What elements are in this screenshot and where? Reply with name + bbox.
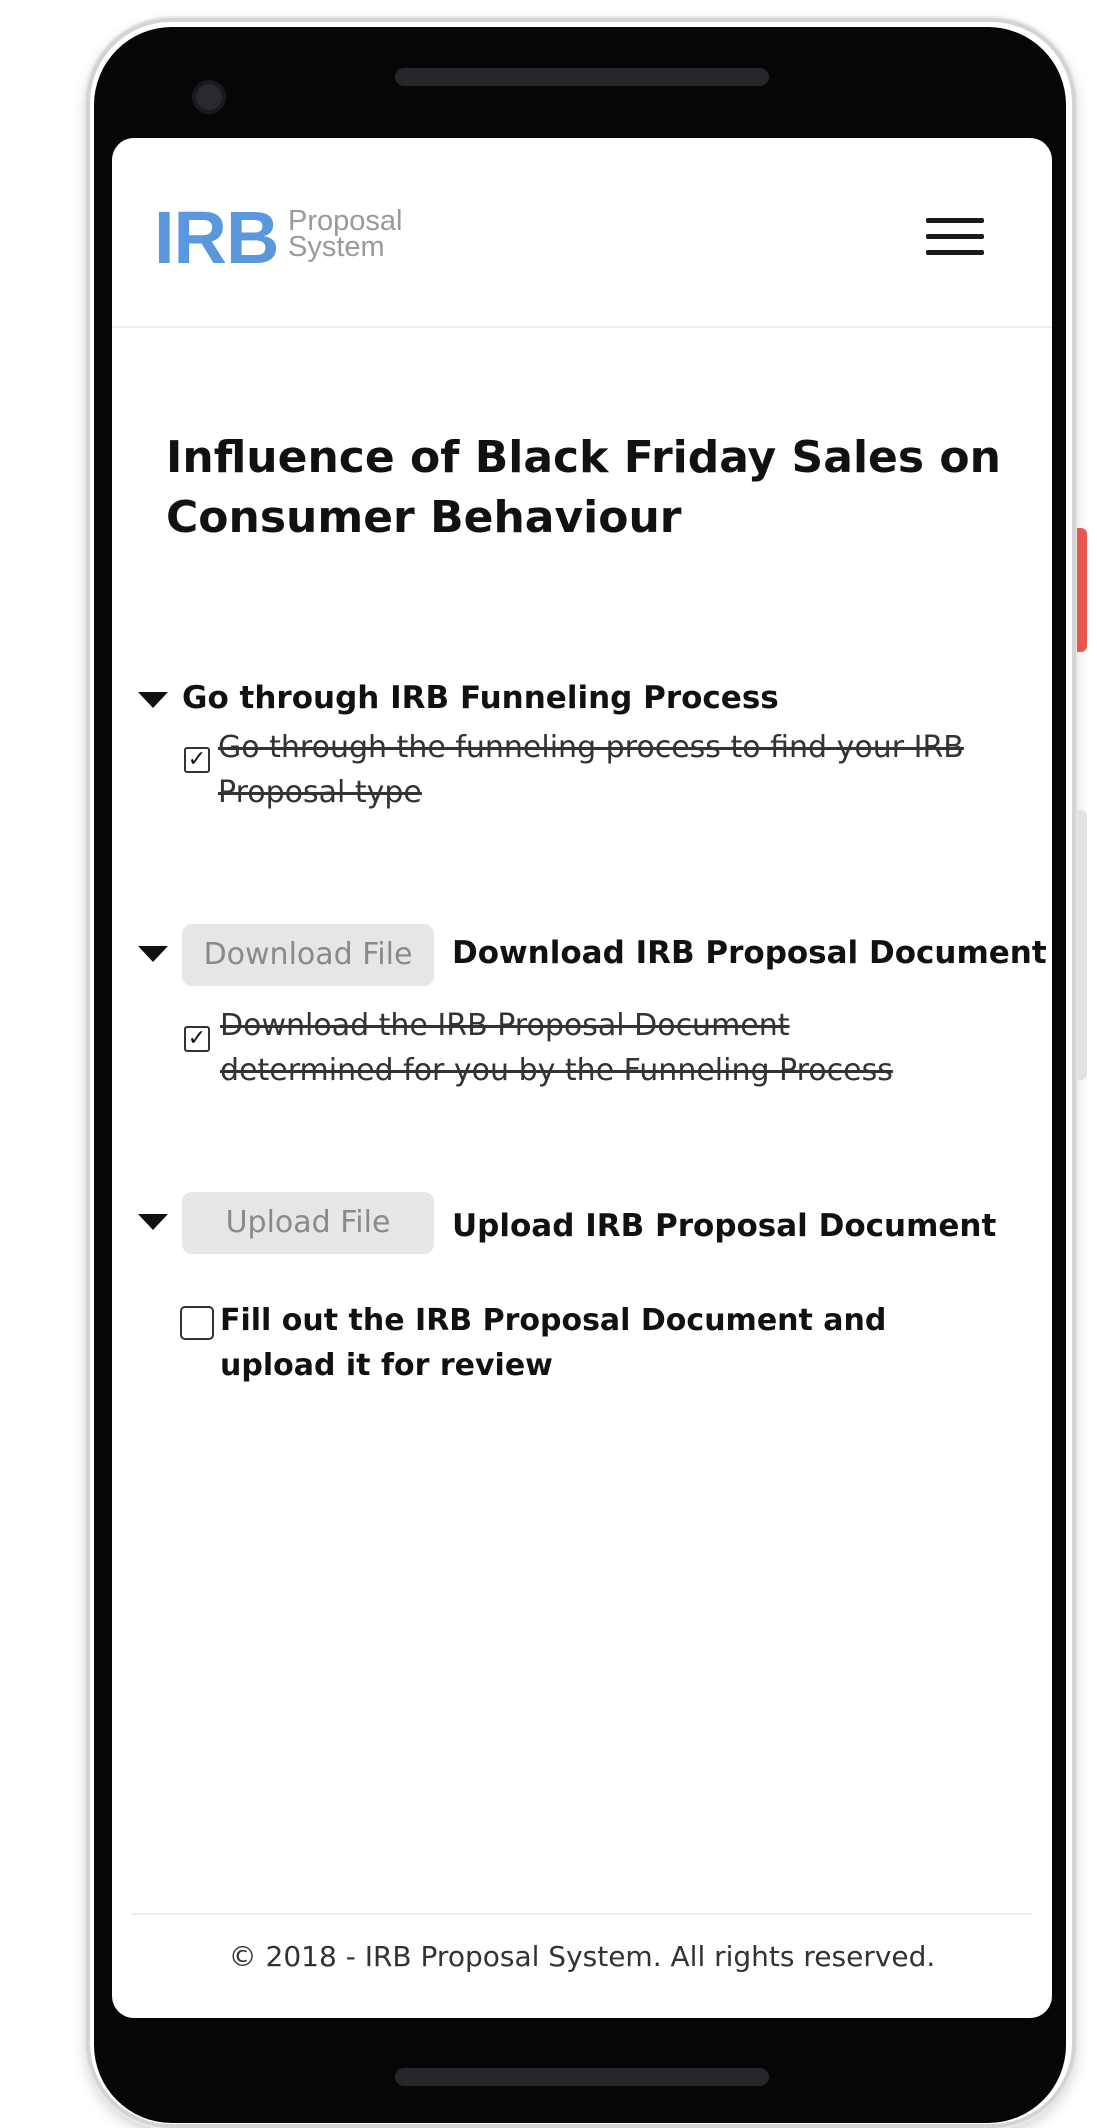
app-footer: © 2018 - IRB Proposal System. All rights… — [132, 1913, 1032, 2018]
checkmark-icon: ✓ — [187, 1026, 207, 1051]
checkmark-icon: ✓ — [187, 747, 207, 772]
task-text-download: Download the IRB Proposal Document deter… — [220, 1008, 893, 1088]
caret-down-icon[interactable] — [138, 692, 168, 708]
front-camera — [192, 80, 226, 114]
top-speaker — [395, 68, 769, 86]
phone-screen: IRB Proposal System Influence of Black F… — [112, 138, 1052, 2018]
task-checkbox-download[interactable]: ✓ — [184, 1026, 210, 1052]
caret-down-icon[interactable] — [138, 1214, 168, 1230]
logo-main-text: IRB — [154, 196, 279, 279]
bottom-speaker — [395, 2068, 769, 2086]
section-label-upload: Upload IRB Proposal Document — [452, 1208, 997, 1244]
side-accent — [1077, 528, 1087, 652]
menu-line — [926, 218, 984, 223]
menu-line — [926, 234, 984, 239]
task-text-funneling: Go through the funneling process to find… — [218, 730, 964, 810]
page-title: Influence of Black Friday Sales on Consu… — [166, 432, 1001, 543]
app-header: IRB Proposal System — [112, 138, 1052, 328]
caret-down-icon[interactable] — [138, 946, 168, 962]
task-text-upload: Fill out the IRB Proposal Document and u… — [220, 1303, 887, 1383]
upload-file-button[interactable]: Upload File — [182, 1192, 434, 1254]
hamburger-menu-icon[interactable] — [924, 214, 988, 260]
task-checkbox-funneling[interactable]: ✓ — [184, 747, 210, 773]
task-checkbox-upload[interactable] — [180, 1306, 214, 1340]
section-label-download: Download IRB Proposal Document — [452, 935, 1047, 971]
logo-sub-text: Proposal System — [288, 205, 403, 263]
section-label-funneling: Go through IRB Funneling Process — [182, 680, 779, 716]
side-accent — [1077, 810, 1087, 1080]
copyright-text: © 2018 - IRB Proposal System. All rights… — [228, 1940, 936, 1973]
download-file-button[interactable]: Download File — [182, 924, 434, 986]
menu-line — [926, 250, 984, 255]
